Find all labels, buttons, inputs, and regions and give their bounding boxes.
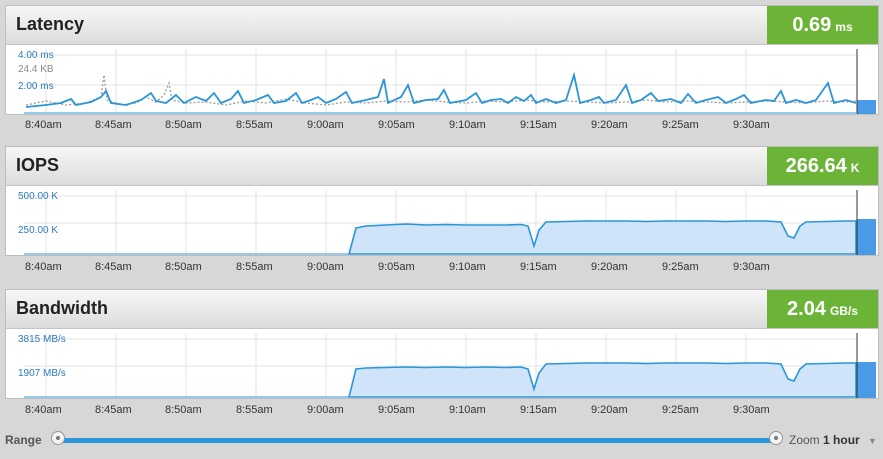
iops-tick: 9:00am [307,261,344,273]
zoom-label: Zoom [789,433,820,447]
latency-metric-badge: 0.69 ms [767,6,878,44]
latency-time-axis: 8:40am 8:45am 8:50am 8:55am 9:00am 9:05a… [25,119,770,131]
latency-tick: 8:45am [95,119,132,131]
latency-tick: 9:25am [662,119,699,131]
latency-tick: 9:15am [520,119,557,131]
zoom-select[interactable]: Zoom 1 hour [789,433,860,447]
iops-header: IOPS 266.64 K [6,147,878,186]
latency-tick: 8:50am [165,119,202,131]
latency-tick: 9:10am [449,119,486,131]
latency-panel: Latency 0.69 ms 4.00 ms 24.4 KB 2.00 ms [5,5,879,115]
bandwidth-panel: Bandwidth 2.04 GB/s 3815 MB/s 1907 MB/s [5,289,879,399]
bandwidth-ylabel-top: 3815 MB/s [18,334,66,345]
iops-ylabel-mid: 250.00 K [18,225,58,236]
bandwidth-tick: 8:45am [95,404,132,416]
iops-ylabel-top: 500.00 K [18,191,58,202]
bandwidth-tick: 9:20am [591,404,628,416]
range-slider-track[interactable] [56,438,776,443]
bandwidth-tick: 8:40am [25,404,62,416]
iops-tick: 9:20am [591,261,628,273]
bandwidth-tick: 9:00am [307,404,344,416]
bandwidth-metric-unit: GB/s [829,304,858,318]
bandwidth-area [347,362,857,398]
bandwidth-metric-badge: 2.04 GB/s [767,290,878,328]
latency-ylabel-top: 4.00 ms [18,50,54,61]
iops-panel: IOPS 266.64 K 500.00 K 250.00 K [5,146,879,256]
bandwidth-current-marker [857,362,876,398]
zoom-value: 1 hour [823,433,860,447]
latency-metric-value: 0.69 [792,14,832,36]
iops-time-axis: 8:40am 8:45am 8:50am 8:55am 9:00am 9:05a… [25,261,770,273]
latency-tick: 8:40am [25,119,62,131]
latency-ylabel-mid: 2.00 ms [18,81,54,92]
latency-tick: 9:00am [307,119,344,131]
latency-title: Latency [16,14,85,34]
iops-tick: 9:10am [449,261,486,273]
bandwidth-tick: 9:15am [520,404,557,416]
bandwidth-tick: 9:05am [378,404,415,416]
iops-title: IOPS [16,155,60,175]
bandwidth-tick: 8:55am [236,404,273,416]
latency-current-marker [857,100,876,114]
iops-chart: 500.00 K 250.00 K [18,190,876,255]
latency-tick: 9:30am [733,119,770,131]
iops-tick: 9:05am [378,261,415,273]
bandwidth-title: Bandwidth [16,298,108,318]
iops-tick: 8:50am [165,261,202,273]
latency-grid [24,49,856,113]
latency-tick: 8:55am [236,119,273,131]
iops-current-marker [857,219,876,255]
latency-tick: 9:20am [591,119,628,131]
iops-metric-unit: K [850,161,860,175]
range-end-handle[interactable] [769,431,783,445]
latency-metric-unit: ms [835,20,853,34]
latency-tick: 9:05am [378,119,415,131]
bandwidth-time-axis: 8:40am 8:45am 8:50am 8:55am 9:00am 9:05a… [25,404,770,416]
latency-ylabel-bytes: 24.4 KB [18,64,54,75]
iops-tick: 8:55am [236,261,273,273]
iops-tick: 8:45am [95,261,132,273]
chevron-down-icon[interactable]: ▼ [868,436,877,446]
latency-header: Latency 0.69 ms [6,6,878,45]
iops-tick: 9:15am [520,261,557,273]
bandwidth-tick: 9:10am [449,404,486,416]
bandwidth-metric-value: 2.04 [787,298,826,320]
bandwidth-ylabel-mid: 1907 MB/s [18,368,66,379]
latency-chart: 4.00 ms 24.4 KB 2.00 ms [18,49,876,114]
range-start-handle[interactable] [51,431,65,445]
iops-metric-badge: 266.64 K [767,147,878,185]
iops-tick: 8:40am [25,261,62,273]
bandwidth-chart: 3815 MB/s 1907 MB/s [18,333,876,398]
range-bar: Range Zoom 1 hour ▼ [0,425,883,455]
bandwidth-tick: 8:50am [165,404,202,416]
bandwidth-tick: 9:25am [662,404,699,416]
bandwidth-tick: 9:30am [733,404,770,416]
range-label: Range [5,433,42,447]
iops-area [347,220,857,255]
iops-tick: 9:30am [733,261,770,273]
bandwidth-header: Bandwidth 2.04 GB/s [6,290,878,329]
iops-tick: 9:25am [662,261,699,273]
iops-metric-value: 266.64 [785,155,847,177]
